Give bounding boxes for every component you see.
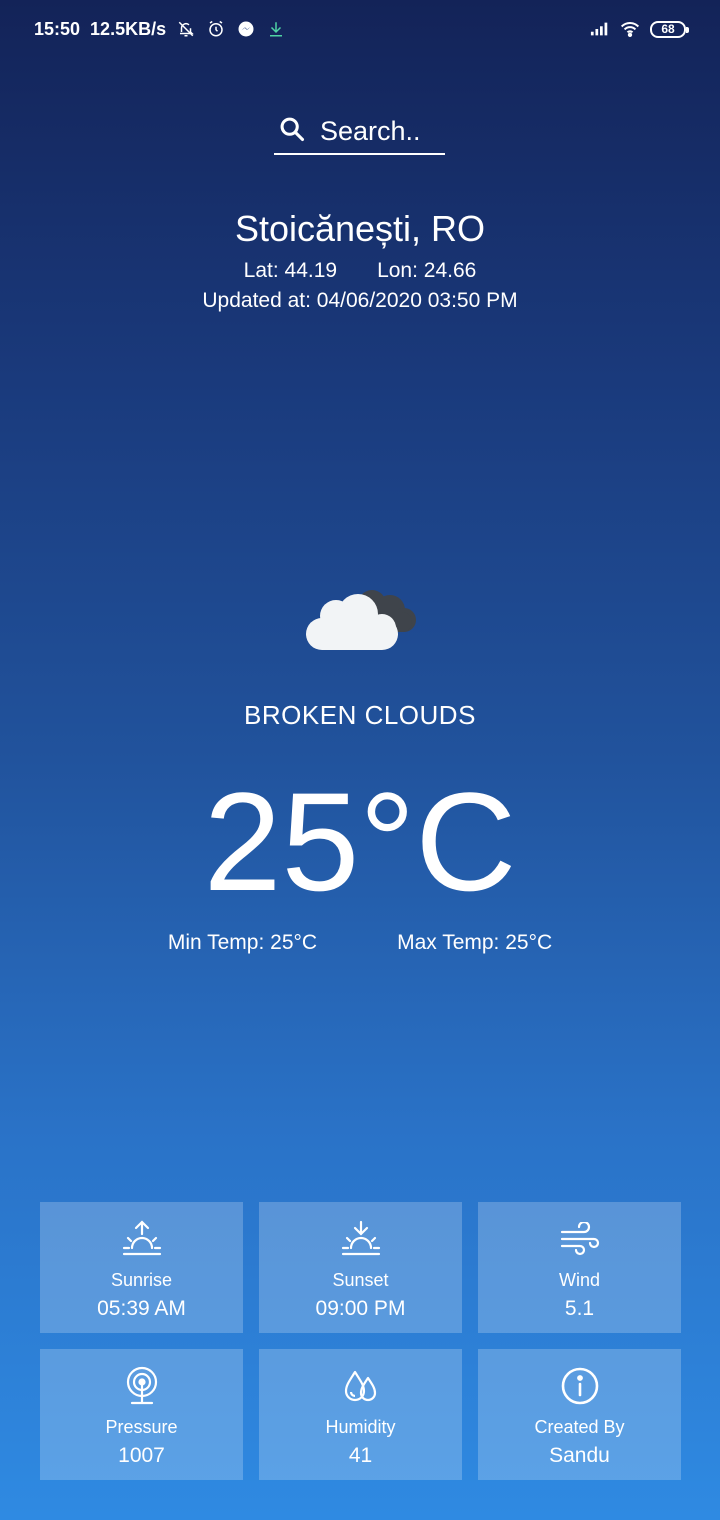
sunrise-icon [121, 1218, 163, 1260]
status-time: 15:50 [34, 18, 81, 39]
status-bar-left: 15:50 12.5KB/s [34, 19, 286, 40]
wind-value: 5.1 [564, 1297, 595, 1320]
pressure-icon [121, 1365, 163, 1407]
longitude: Lon: 24.66 [377, 259, 477, 282]
broken-clouds-icon [300, 578, 420, 658]
sunset-value: 09:00 PM [315, 1297, 406, 1320]
wind-card: Wind 5.1 [478, 1202, 681, 1333]
wifi-icon [620, 19, 640, 39]
temperature-range: Min Temp: 25°C Max Temp: 25°C [0, 931, 720, 955]
download-icon [266, 19, 286, 39]
battery-icon: 68 [650, 20, 689, 38]
updated-at: Updated at: 04/06/2020 03:50 PM [202, 289, 518, 312]
weather-condition: BROKEN CLOUDS [244, 700, 476, 730]
coordinates: Lat: 44.19 Lon: 24.66 [0, 259, 720, 283]
status-bar: 15:50 12.5KB/s 68 [0, 0, 720, 58]
sunrise-label: Sunrise [110, 1270, 173, 1290]
search-field[interactable]: Search.. [274, 110, 445, 155]
current-temperature: 25°C [203, 763, 517, 920]
sunset-card: Sunset 09:00 PM [259, 1202, 462, 1333]
messenger-icon [236, 19, 256, 39]
created-by-value: Sandu [549, 1444, 610, 1467]
max-temperature: Max Temp: 25°C [397, 931, 553, 954]
sunset-icon [340, 1218, 382, 1260]
signal-icon [590, 19, 610, 39]
pressure-label: Pressure [105, 1417, 178, 1437]
humidity-label: Humidity [325, 1417, 396, 1437]
wind-label: Wind [558, 1270, 600, 1290]
wind-icon [559, 1218, 601, 1260]
humidity-icon [340, 1365, 382, 1407]
city-name: Stoicănești, RO [234, 208, 486, 249]
humidity-card: Humidity 41 [259, 1349, 462, 1480]
pressure-card: Pressure 1007 [40, 1349, 243, 1480]
details-grid: Sunrise 05:39 AM Sunset 09:00 PM Wind 5.… [40, 1202, 681, 1480]
min-temperature: Min Temp: 25°C [167, 931, 318, 954]
status-network-speed: 12.5KB/s [90, 18, 167, 39]
search-label: Search.. [320, 116, 421, 146]
pressure-value: 1007 [118, 1444, 165, 1467]
latitude: Lat: 44.19 [243, 259, 338, 282]
search-icon [278, 115, 306, 148]
sunrise-card: Sunrise 05:39 AM [40, 1202, 243, 1333]
info-icon [559, 1365, 601, 1407]
created-by-card[interactable]: Created By Sandu [478, 1349, 681, 1480]
alarm-icon [206, 19, 226, 39]
bell-off-icon [176, 19, 196, 39]
humidity-value: 41 [348, 1444, 373, 1467]
sunset-label: Sunset [332, 1270, 389, 1290]
created-by-label: Created By [534, 1417, 625, 1437]
sunrise-value: 05:39 AM [97, 1297, 186, 1320]
status-bar-right: 68 [590, 19, 689, 39]
